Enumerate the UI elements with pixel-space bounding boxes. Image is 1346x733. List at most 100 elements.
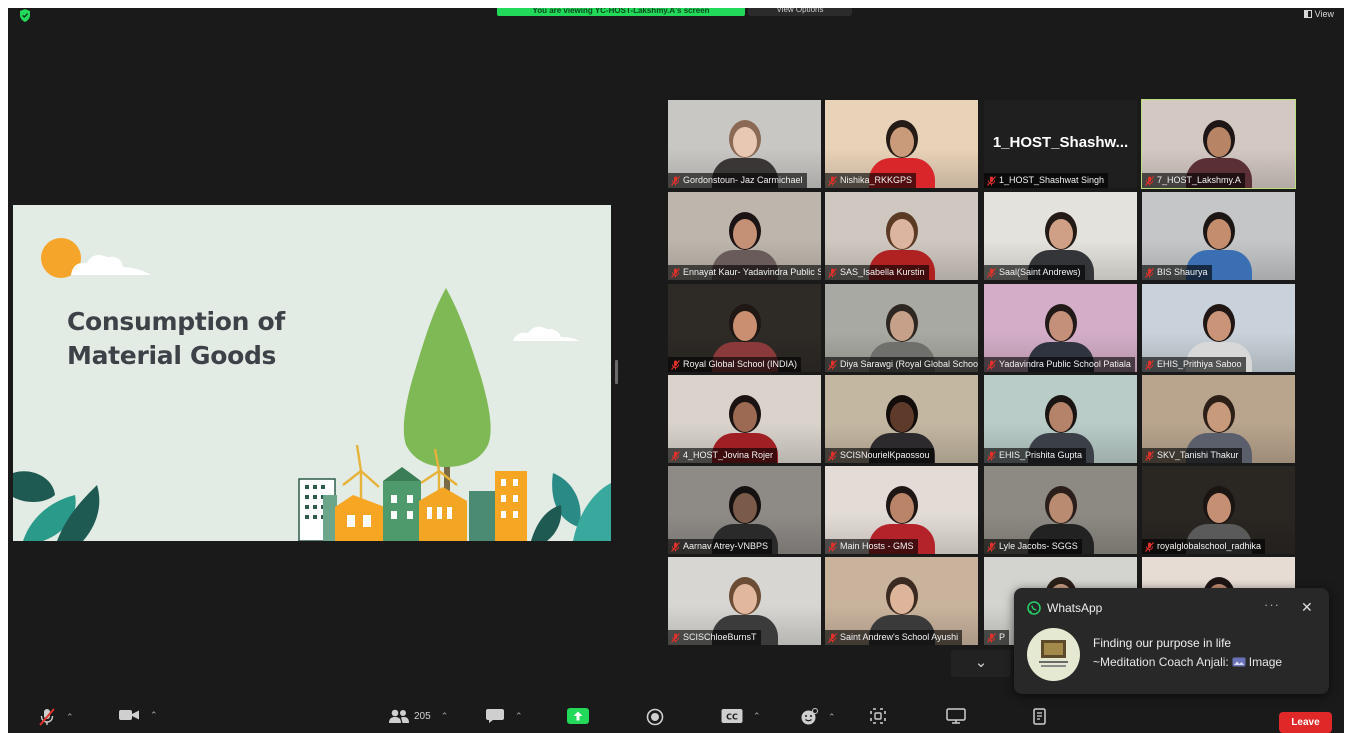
notification-close-button[interactable]: ✕ xyxy=(1301,599,1313,616)
participants-button[interactable]: 205 ⌃ xyxy=(388,708,448,724)
muted-microphone-icon xyxy=(39,708,55,726)
screen-share-banner: You are viewing YC-HOST-Lakshmy.A's scre… xyxy=(497,8,745,16)
participant-name-label: Ennayat Kaur- Yadavindra Public School xyxy=(668,265,821,280)
participant-tile[interactable]: SKV_Tanishi Thakur xyxy=(1142,375,1295,463)
slide-illustration xyxy=(13,238,611,541)
chat-options-caret[interactable]: ⌃ xyxy=(515,711,523,722)
participant-name-label: Saal(Saint Andrews) xyxy=(984,265,1085,280)
participant-name-label: 7_HOST_Lakshmy.A xyxy=(1142,173,1245,188)
gallery-scroll-down-button[interactable]: ⌄ xyxy=(951,650,1011,677)
participants-options-caret[interactable]: ⌃ xyxy=(441,711,449,722)
video-camera-icon xyxy=(119,710,139,720)
captions-options-caret[interactable]: ⌃ xyxy=(753,711,761,722)
participant-tile[interactable]: Saint Andrew's School Ayushi xyxy=(825,557,978,645)
notification-more-button[interactable]: ··· xyxy=(1264,597,1280,612)
notes-icon xyxy=(1033,708,1046,725)
record-icon xyxy=(646,708,664,726)
apps-button[interactable] xyxy=(870,708,886,724)
participant-name-text: Main Hosts - GMS xyxy=(840,541,914,551)
participant-name-label: Nishika_RKKGPS xyxy=(825,173,917,188)
reactions-options-caret[interactable]: ⌃ xyxy=(828,712,836,723)
meeting-toolbar: ⌃ ⌃ 205 ⌃ ⌃ CC ⌃ ⌃ Leave xyxy=(8,698,1344,733)
captions-button[interactable]: CC ⌃ xyxy=(721,708,761,724)
participant-tile[interactable]: SCISChloeBurnsT xyxy=(668,557,821,645)
video-button[interactable]: ⌃ xyxy=(118,708,158,722)
notification-title: Finding our purpose in life xyxy=(1093,636,1232,650)
participant-tile[interactable]: Yadavindra Public School Patiala xyxy=(984,284,1137,372)
audio-options-caret[interactable]: ⌃ xyxy=(66,712,74,723)
participant-name-label: Royal Global School (INDIA) xyxy=(668,357,802,372)
muted-mic-icon xyxy=(671,267,680,278)
participant-name-text: EHIS_Prithiya Saboo xyxy=(1157,359,1242,369)
muted-mic-icon xyxy=(671,541,680,552)
participant-name-text: royalglobalschool_radhika xyxy=(1157,541,1262,551)
encryption-shield-icon[interactable] xyxy=(19,9,31,22)
view-button[interactable]: View xyxy=(1303,9,1334,19)
participant-tile[interactable]: Main Hosts - GMS xyxy=(825,466,978,554)
participant-name-label: Yadavindra Public School Patiala xyxy=(984,357,1135,372)
participant-name-text: BIS Shaurya xyxy=(1157,267,1208,277)
participant-name-text: Nishika_RKKGPS xyxy=(840,175,913,185)
participant-name-label: SKV_Tanishi Thakur xyxy=(1142,448,1243,463)
participant-name-text: P xyxy=(999,632,1006,642)
participant-tile[interactable]: Nishika_RKKGPS xyxy=(825,100,978,188)
video-options-caret[interactable]: ⌃ xyxy=(150,710,158,721)
whiteboards-button[interactable] xyxy=(946,708,966,724)
closed-captions-icon: CC xyxy=(721,709,743,723)
participant-name-text: Saal(Saint Andrews) xyxy=(999,267,1081,277)
participant-tile[interactable]: Diya Sarawgi (Royal Global School) xyxy=(825,284,978,372)
participant-name-text: Aarnav Atrey-VNBPS xyxy=(683,541,769,551)
participant-name-label: royalglobalschool_radhika xyxy=(1142,539,1266,554)
view-options-button[interactable]: View Options xyxy=(748,8,852,16)
participant-name-label: 4_HOST_Jovina Rojer xyxy=(668,448,778,463)
notification-attachment-label: Image xyxy=(1248,655,1283,669)
apps-icon xyxy=(870,708,886,724)
participant-name-text: 4_HOST_Jovina Rojer xyxy=(683,450,774,460)
participant-tile[interactable]: Aarnav Atrey-VNBPS xyxy=(668,466,821,554)
participant-name-text: SAS_Isabella Kurstin xyxy=(840,267,925,277)
participant-name-label: 1_HOST_Shashwat Singh xyxy=(984,173,1109,188)
participant-name-label: Aarnav Atrey-VNBPS xyxy=(668,539,773,554)
participant-tile[interactable]: royalglobalschool_radhika xyxy=(1142,466,1295,554)
participant-tile[interactable]: BIS Shaurya xyxy=(1142,192,1295,280)
muted-mic-icon xyxy=(828,267,837,278)
leave-meeting-button[interactable]: Leave xyxy=(1279,712,1332,733)
muted-mic-icon xyxy=(1145,267,1154,278)
participant-name-text: SKV_Tanishi Thakur xyxy=(1157,450,1239,460)
participant-tile[interactable]: 1_HOST_Shashw... 1_HOST_Shashwat Singh xyxy=(984,100,1137,188)
chat-button[interactable]: ⌃ xyxy=(485,708,523,724)
participant-name-label: P xyxy=(984,630,1010,645)
whatsapp-notification[interactable]: WhatsApp ··· ✕ Finding our purpose in li… xyxy=(1014,588,1329,694)
share-screen-button[interactable] xyxy=(567,708,589,724)
record-button[interactable] xyxy=(646,708,664,726)
participant-name-label: EHIS_Prithiya Saboo xyxy=(1142,357,1246,372)
participant-tile[interactable]: EHIS_Prishita Gupta xyxy=(984,375,1137,463)
share-screen-icon xyxy=(567,708,589,724)
participant-tile[interactable]: Gordonstoun- Jaz Carmichael xyxy=(668,100,821,188)
participant-name-text: SCISNourielKpaossou xyxy=(840,450,930,460)
split-view-resize-handle[interactable] xyxy=(615,360,618,384)
participant-tile[interactable]: 4_HOST_Jovina Rojer xyxy=(668,375,821,463)
view-button-label: View xyxy=(1314,9,1334,19)
reactions-button[interactable]: ⌃ xyxy=(800,708,836,726)
muted-mic-icon xyxy=(1145,359,1154,370)
participant-name-label: Gordonstoun- Jaz Carmichael xyxy=(668,173,807,188)
notes-button[interactable] xyxy=(1032,708,1048,726)
participant-tile[interactable]: Saal(Saint Andrews) xyxy=(984,192,1137,280)
muted-mic-icon xyxy=(987,541,996,552)
notification-message: ~Meditation Coach Anjali: Image xyxy=(1093,655,1282,669)
participant-tile[interactable]: EHIS_Prithiya Saboo xyxy=(1142,284,1295,372)
notification-sender: ~Meditation Coach Anjali: xyxy=(1093,655,1229,669)
participant-tile[interactable]: Lyle Jacobs- SGGS xyxy=(984,466,1137,554)
participant-tile[interactable]: SCISNourielKpaossou xyxy=(825,375,978,463)
mute-button[interactable]: ⌃ xyxy=(38,708,74,726)
view-grid-icon xyxy=(1303,10,1312,18)
shared-screen-slide: Consumption of Material Goods xyxy=(13,205,611,541)
participant-tile[interactable]: Royal Global School (INDIA) xyxy=(668,284,821,372)
muted-mic-icon xyxy=(828,632,837,643)
participant-tile[interactable]: Ennayat Kaur- Yadavindra Public School xyxy=(668,192,821,280)
whiteboard-icon xyxy=(946,708,966,724)
muted-mic-icon xyxy=(828,175,837,186)
participant-tile[interactable]: 7_HOST_Lakshmy.A xyxy=(1141,99,1296,189)
participant-tile[interactable]: SAS_Isabella Kurstin xyxy=(825,192,978,280)
